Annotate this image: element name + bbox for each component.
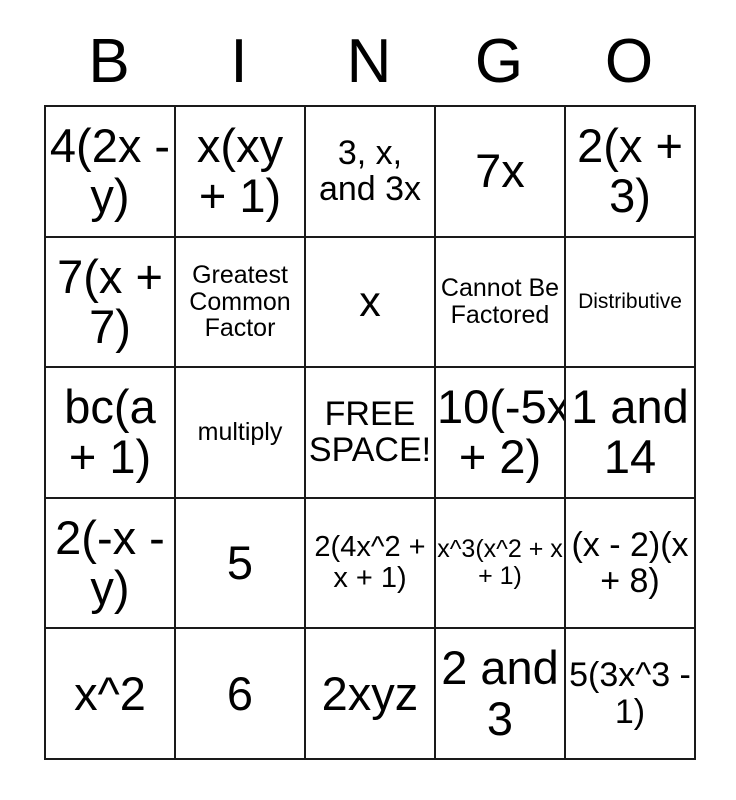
bingo-free-space-text: FREE SPACE! — [308, 395, 432, 470]
bingo-cell-text: 1 and 14 — [571, 380, 689, 484]
bingo-cell-n5[interactable]: 2xyz — [306, 629, 436, 760]
bingo-cell-o4[interactable]: (x - 2)(x + 8) — [566, 498, 696, 630]
bingo-header-letter-n: N — [346, 26, 392, 96]
bingo-cell-i1[interactable]: x(xy + 1) — [176, 107, 306, 238]
bingo-cell-text: 10(-5x + 2) — [437, 380, 566, 484]
bingo-cell-o2[interactable]: Distributive — [566, 237, 696, 369]
bingo-cell-n1[interactable]: 3, x, and 3x — [306, 107, 436, 238]
bingo-cell-g5[interactable]: 2 and 3 — [436, 629, 566, 760]
bingo-cell-text: x(xy + 1) — [196, 119, 284, 223]
bingo-header-letter-o: O — [604, 26, 654, 96]
bingo-cell-text: 2xyz — [321, 666, 419, 720]
bingo-cell-n2[interactable]: x — [306, 237, 436, 369]
bingo-cell-n4[interactable]: 2(4x^2 + x + 1) — [306, 498, 436, 630]
bingo-cell-i2[interactable]: Greatest Common Factor — [176, 237, 306, 369]
bingo-cell-b5[interactable]: x^2 — [46, 629, 176, 760]
bingo-cell-text: 7x — [475, 144, 525, 198]
bingo-cell-i3[interactable]: multiply — [176, 368, 306, 499]
bingo-cell-text: 2(-x - y) — [55, 510, 165, 615]
bingo-header-letter-g: G — [474, 26, 524, 96]
bingo-cell-i4[interactable]: 5 — [176, 498, 306, 630]
bingo-cell-b4[interactable]: 2(-x - y) — [46, 498, 176, 630]
bingo-cell-text: x^3(x^2 + x + 1) — [437, 535, 563, 591]
bingo-cell-g1[interactable]: 7x — [436, 107, 566, 238]
bingo-cell-text: 3, x, and 3x — [318, 133, 422, 209]
bingo-header-row: B I N G O — [44, 18, 694, 105]
bingo-cell-text: 6 — [226, 666, 254, 720]
bingo-grid: 4(2x - y) x(xy + 1) 3, x, and 3x 7x 2(x … — [44, 105, 696, 760]
bingo-card: B I N G O 4(2x - y) x(xy + 1) 3, x, and … — [0, 0, 736, 800]
bingo-cell-o3[interactable]: 1 and 14 — [566, 368, 696, 499]
bingo-cell-text: x — [359, 277, 381, 326]
bingo-cell-b3[interactable]: bc(a + 1) — [46, 368, 176, 499]
bingo-cell-i5[interactable]: 6 — [176, 629, 306, 760]
bingo-header-letter-i: I — [230, 26, 248, 96]
bingo-cell-text: Distributive — [578, 289, 682, 313]
bingo-header-letter-b: B — [88, 26, 130, 96]
bingo-cell-g4[interactable]: x^3(x^2 + x + 1) — [436, 498, 566, 630]
bingo-cell-text: 5 — [226, 535, 254, 589]
bingo-cell-b2[interactable]: 7(x + 7) — [46, 237, 176, 369]
bingo-cell-text: 2(4x^2 + x + 1) — [314, 531, 426, 595]
bingo-cell-text: 7(x + 7) — [57, 249, 163, 353]
bingo-cell-text: x^2 — [74, 666, 146, 720]
bingo-cell-text: 2 and 3 — [441, 641, 559, 745]
bingo-cell-text: 5(3x^3 - 1) — [569, 656, 691, 731]
bingo-cell-text: 2(x + 3) — [577, 119, 683, 223]
bingo-cell-text: (x - 2)(x + 8) — [571, 525, 689, 601]
bingo-cell-text: Cannot Be Factored — [440, 274, 560, 329]
bingo-cell-free-space[interactable]: FREE SPACE! — [306, 368, 436, 499]
bingo-cell-text: bc(a + 1) — [64, 380, 156, 484]
bingo-cell-o5[interactable]: 5(3x^3 - 1) — [566, 629, 696, 760]
bingo-cell-o1[interactable]: 2(x + 3) — [566, 107, 696, 238]
bingo-cell-text: Greatest Common Factor — [189, 260, 291, 343]
bingo-cell-text: multiply — [197, 418, 283, 447]
bingo-cell-b1[interactable]: 4(2x - y) — [46, 107, 176, 238]
bingo-cell-g2[interactable]: Cannot Be Factored — [436, 237, 566, 369]
bingo-cell-g3[interactable]: 10(-5x + 2) — [436, 368, 566, 499]
bingo-cell-text: 4(2x - y) — [49, 119, 171, 223]
